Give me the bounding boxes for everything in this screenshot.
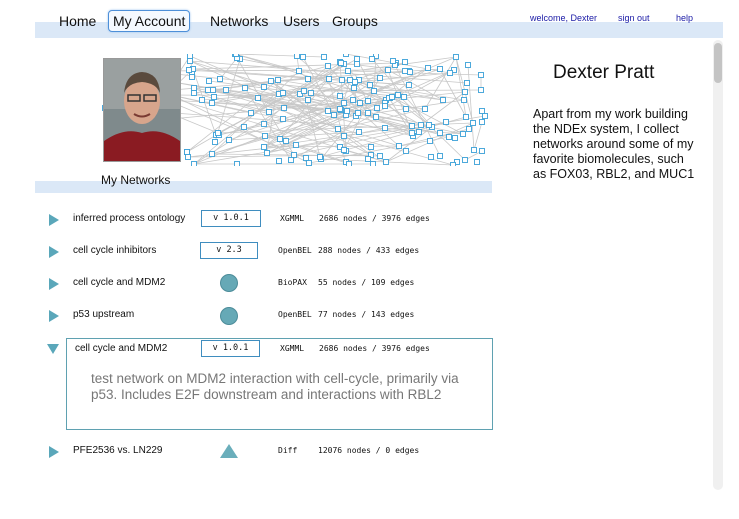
network-row[interactable]: cell cycle and MDM2 BioPAX 55 nodes / 10…: [35, 274, 492, 294]
network-description: test network on MDM2 interaction with ce…: [91, 371, 459, 402]
network-format: BioPAX: [278, 278, 307, 287]
network-format: Diff: [278, 446, 298, 455]
network-name[interactable]: cell cycle and MDM2: [75, 343, 167, 354]
scrollbar[interactable]: [713, 40, 723, 490]
nav-networks[interactable]: Networks: [210, 13, 268, 29]
network-format: OpenBEL: [278, 246, 312, 255]
expand-arrow-icon[interactable]: [49, 446, 59, 458]
network-format: XGMML: [280, 344, 305, 353]
network-row-expanded[interactable]: cell cycle and MDM2 v 1.0.1 XGMML 2686 n…: [35, 340, 492, 360]
version-badge: v 2.3: [200, 242, 258, 259]
network-row[interactable]: p53 upstream OpenBEL 77 nodes / 143 edge…: [35, 306, 492, 326]
network-format: OpenBEL: [278, 310, 312, 319]
network-name[interactable]: cell cycle and MDM2: [73, 277, 165, 288]
nav-my-account[interactable]: My Account: [108, 10, 191, 32]
nav-users[interactable]: Users: [283, 13, 320, 29]
section-title-my-networks: My Networks: [101, 173, 171, 187]
network-name[interactable]: inferred process ontology: [73, 213, 185, 224]
expand-arrow-icon[interactable]: [49, 246, 59, 258]
circle-icon: [220, 307, 238, 325]
expand-arrow-icon[interactable]: [49, 278, 59, 290]
network-stats: 2686 nodes / 3976 edges: [319, 214, 430, 223]
version-badge: v 1.0.1: [201, 210, 261, 227]
triangle-icon: [220, 444, 238, 458]
network-name[interactable]: p53 upstream: [73, 309, 134, 320]
profile-name: Dexter Pratt: [553, 62, 655, 83]
network-stats: 77 nodes / 143 edges: [318, 310, 415, 319]
version-badge: v 1.0.1: [201, 340, 260, 357]
profile-bio: Apart from my work building the NDEx sys…: [533, 107, 695, 181]
nav-groups[interactable]: Groups: [332, 13, 378, 29]
circle-icon: [220, 274, 238, 292]
sign-out-link[interactable]: sign out: [618, 13, 650, 23]
network-stats: 288 nodes / 433 edges: [318, 246, 420, 255]
network-row[interactable]: inferred process ontology v 1.0.1 XGMML …: [35, 210, 492, 230]
help-link[interactable]: help: [676, 13, 693, 23]
nav-home[interactable]: Home: [59, 13, 96, 29]
network-name[interactable]: cell cycle inhibitors: [73, 245, 156, 256]
network-row[interactable]: cell cycle inhibitors v 2.3 OpenBEL 288 …: [35, 242, 492, 262]
expand-arrow-icon[interactable]: [49, 310, 59, 322]
network-row[interactable]: PFE2536 vs. LN229 Diff 12076 nodes / 0 e…: [35, 442, 492, 462]
network-stats: 2686 nodes / 3976 edges: [319, 344, 430, 353]
welcome-link[interactable]: welcome, Dexter: [530, 13, 597, 23]
avatar: [103, 58, 181, 162]
collapse-arrow-icon[interactable]: [47, 344, 59, 354]
expand-arrow-icon[interactable]: [49, 214, 59, 226]
network-stats: 55 nodes / 109 edges: [318, 278, 415, 287]
network-name[interactable]: PFE2536 vs. LN229: [73, 445, 163, 456]
network-stats: 12076 nodes / 0 edges: [318, 446, 420, 455]
scrollbar-thumb[interactable]: [714, 43, 722, 83]
network-format: XGMML: [280, 214, 305, 223]
